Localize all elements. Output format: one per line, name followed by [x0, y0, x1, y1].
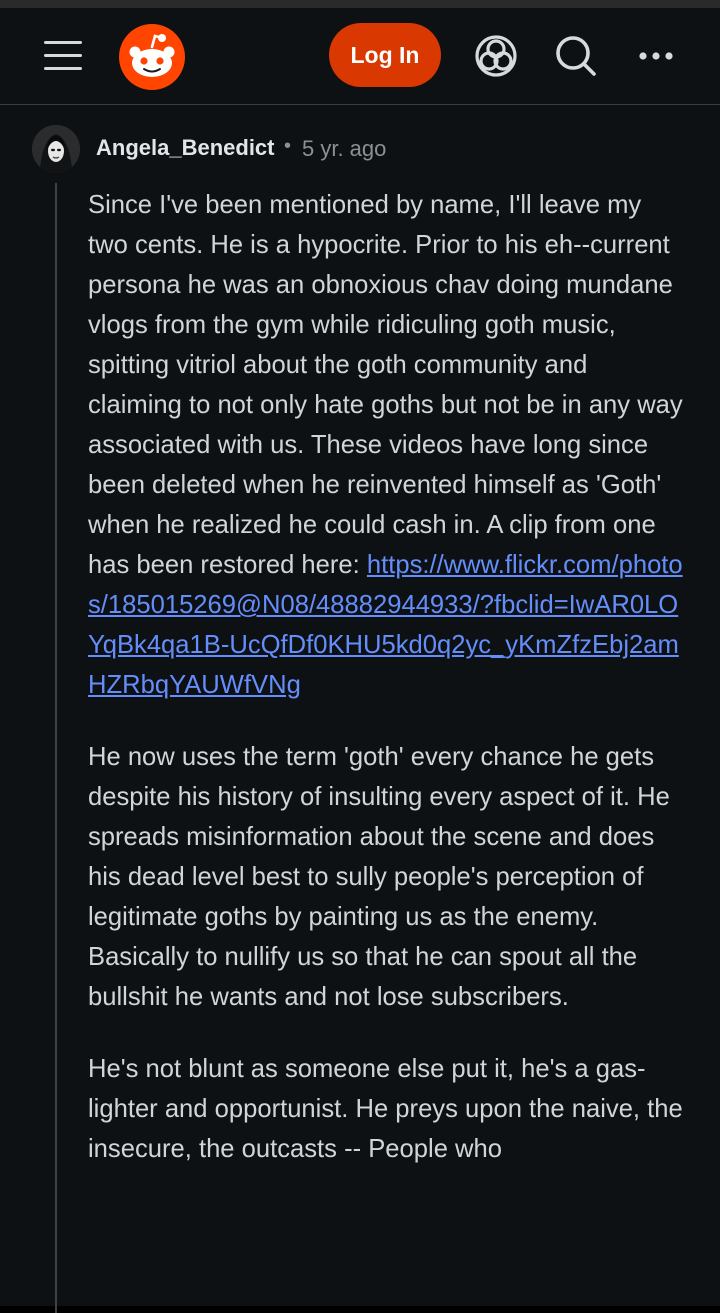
- comment-paragraph: Since I've been mentioned by name, I'll …: [88, 185, 688, 705]
- comment-paragraph: He now uses the term 'goth' every chance…: [88, 743, 670, 1011]
- top-header: Log In: [0, 8, 720, 105]
- popular-icon[interactable]: [474, 34, 518, 78]
- paragraph-text: Since I've been mentioned by name, I'll …: [88, 191, 683, 579]
- comment-timestamp: 5 yr. ago: [302, 136, 387, 161]
- comment-paragraph: He's not blunt as someone else put it, h…: [88, 1055, 683, 1163]
- avatar[interactable]: [32, 125, 80, 173]
- thread-line[interactable]: [55, 183, 57, 1313]
- comment-body: Since I've been mentioned by name, I'll …: [88, 185, 688, 1201]
- more-icon[interactable]: [634, 34, 678, 78]
- comment: Angela_Benedict • 5 yr. ago Since I've b…: [0, 105, 720, 1313]
- menu-icon[interactable]: [44, 41, 82, 71]
- search-icon[interactable]: [554, 34, 598, 78]
- status-bar: [0, 0, 720, 8]
- meta-separator: •: [284, 135, 292, 157]
- login-button[interactable]: Log In: [329, 23, 441, 87]
- reddit-logo[interactable]: [118, 23, 186, 91]
- comment-author[interactable]: Angela_Benedict: [96, 135, 275, 161]
